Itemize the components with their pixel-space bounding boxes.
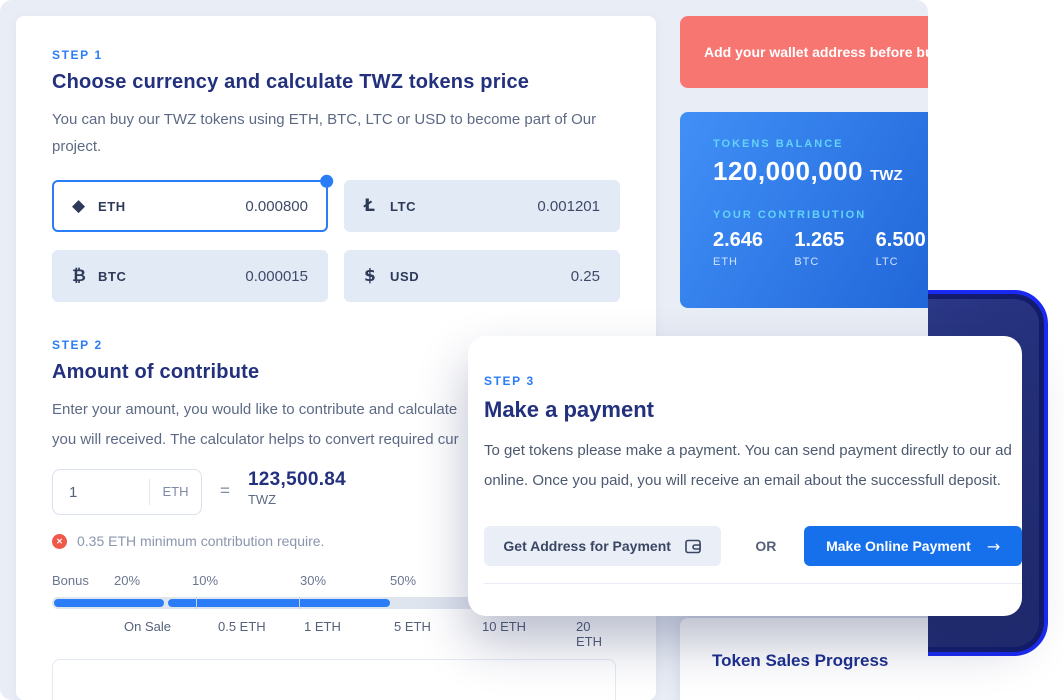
btc-icon: ₿ <box>72 266 98 286</box>
conversion-result: 123,500.84 TWZ <box>248 469 346 509</box>
bonus-percent: 10% <box>192 573 218 588</box>
total-twz-label: TOTAL TWZ <box>471 697 547 700</box>
contribution-eth: 2.646 ETH <box>713 229 794 270</box>
wallet-icon <box>685 539 702 554</box>
currency-code: BTC <box>98 269 127 284</box>
payment-divider <box>484 583 1022 584</box>
currency-option-eth[interactable]: ◆ ETH 0.000800 <box>52 180 328 232</box>
equals-sign: = <box>220 481 230 501</box>
page: STEP 1 Choose currency and calculate TWZ… <box>0 0 1064 700</box>
currency-option-usd[interactable]: $ USD 0.25 <box>344 250 620 302</box>
bonus-fill-segment <box>168 599 390 607</box>
tokens-balance-card: TOKENS BALANCE 120,000,000 TWZ YOUR CONTR… <box>680 112 928 308</box>
bonus-percent: 30% <box>300 573 326 588</box>
step3-body-line2: online. Once you paid, you will receive … <box>484 466 1022 496</box>
arrow-right-icon: → <box>987 537 1000 556</box>
currency-rate: 0.25 <box>571 268 600 285</box>
currency-option-btc[interactable]: ₿ BTC 0.000015 <box>52 250 328 302</box>
currency-code: LTC <box>390 199 416 214</box>
balance-unit: TWZ <box>870 167 902 184</box>
step1-label: STEP 1 <box>52 48 620 62</box>
result-unit: TWZ <box>248 492 276 507</box>
get-address-button[interactable]: Get Address for Payment <box>484 526 721 566</box>
contribution-ltc: 6.500 LTC <box>876 229 928 270</box>
sales-progress-title: Token Sales Progress <box>712 651 928 671</box>
currency-code: ETH <box>98 199 126 214</box>
currency-grid: ◆ ETH 0.000800 Ł LTC 0.001201 ₿ BTC 0.00… <box>52 180 620 302</box>
contribution-unit: BTC <box>794 256 819 268</box>
usd-icon: $ <box>364 266 390 286</box>
amount-bonus-label: + 30% AMOUNT BONUS <box>258 697 411 700</box>
selected-indicator-dot <box>320 175 333 188</box>
make-online-payment-button[interactable]: Make Online Payment → <box>804 526 1022 566</box>
online-payment-label: Make Online Payment <box>826 538 971 554</box>
currency-rate: 0.001201 <box>537 198 600 215</box>
currency-rate: 0.000015 <box>245 268 308 285</box>
bonus-summary-box: + 20% SALE BONUS + 30% AMOUNT BONUS TOTA… <box>52 659 616 700</box>
eth-icon: ◆ <box>72 196 98 216</box>
contribution-unit: ETH <box>713 256 738 268</box>
balance-number: 120,000,000 <box>713 156 863 186</box>
result-value: 123,500.84 <box>248 469 346 491</box>
currency-rate: 0.000800 <box>245 198 308 215</box>
step1-description: You can buy our TWZ tokens using ETH, BT… <box>52 106 612 160</box>
step3-label: STEP 3 <box>484 374 1022 388</box>
sales-progress-card: Token Sales Progress <box>680 618 928 700</box>
tokens-balance-value: 120,000,000 TWZ <box>713 156 928 187</box>
contribution-value: 2.646 <box>713 229 794 252</box>
ltc-icon: Ł <box>364 196 390 216</box>
wallet-alert-banner[interactable]: Add your wallet address before bu <box>680 16 928 88</box>
get-address-label: Get Address for Payment <box>503 538 671 554</box>
currency-option-ltc[interactable]: Ł LTC 0.001201 <box>344 180 620 232</box>
currency-code: USD <box>390 269 419 284</box>
contribution-unit: LTC <box>876 256 899 268</box>
bonus-percent: 50% <box>390 573 416 588</box>
bonus-label: Bonus <box>52 573 89 588</box>
amount-input-box: ETH <box>52 469 202 515</box>
bonus-fill-segment <box>54 599 164 607</box>
contribution-row: 2.646 ETH 1.265 BTC 6.500 LTC <box>713 229 928 270</box>
bonus-amount: 10 ETH <box>482 619 526 634</box>
bonus-amount: 1 ETH <box>304 619 341 634</box>
error-icon: ✕ <box>52 534 67 549</box>
contribution-value: 1.265 <box>794 229 875 252</box>
error-text: 0.35 ETH minimum contribution require. <box>77 533 324 549</box>
contribution-label: YOUR CONTRIBUTION <box>713 209 928 221</box>
payment-card: STEP 3 Make a payment To get tokens plea… <box>468 336 1022 616</box>
wallet-alert-text: Add your wallet address before bu <box>704 44 928 60</box>
bonus-tick <box>196 597 197 609</box>
amount-field[interactable] <box>53 470 149 514</box>
bonus-amount: 5 ETH <box>394 619 431 634</box>
tokens-balance-label: TOKENS BALANCE <box>713 138 928 150</box>
contribution-value: 6.500 <box>876 229 928 252</box>
contribution-btc: 1.265 BTC <box>794 229 875 270</box>
payment-actions: Get Address for Payment OR Make Online P… <box>484 526 1022 566</box>
bonus-amount: On Sale <box>124 619 171 634</box>
bonus-amount: 20 ETH <box>576 619 618 649</box>
bonus-amount: 0.5 ETH <box>218 619 266 634</box>
step3-title: Make a payment <box>484 397 1022 423</box>
bonus-percent: 20% <box>114 573 140 588</box>
sale-bonus-label: + 20% SALE BONUS <box>87 697 218 700</box>
step1-title: Choose currency and calculate TWZ tokens… <box>52 71 620 94</box>
amount-currency-suffix: ETH <box>149 479 201 505</box>
or-separator: OR <box>755 538 776 554</box>
step3-body-line1: To get tokens please make a payment. You… <box>484 436 1022 466</box>
bonus-tick <box>299 597 300 609</box>
